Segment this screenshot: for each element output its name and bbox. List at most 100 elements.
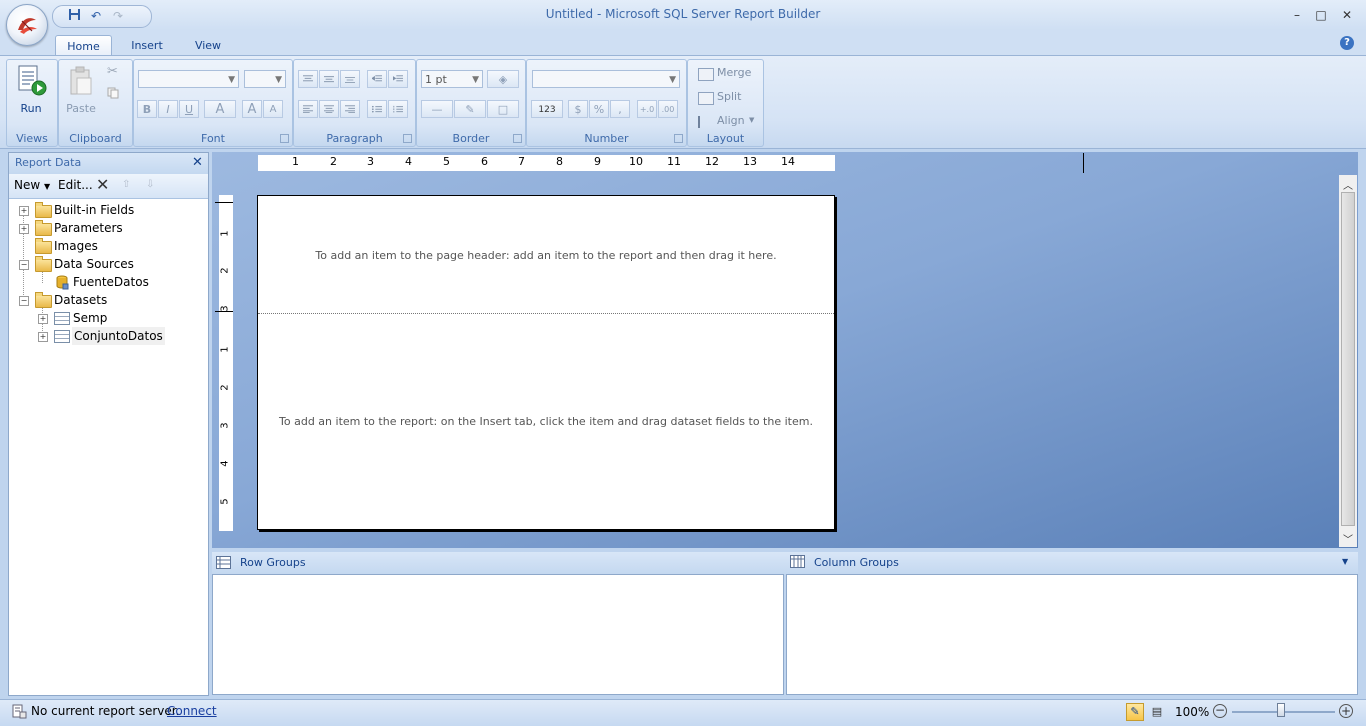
close-pane-icon[interactable]: ✕ <box>192 155 203 170</box>
font-color-button[interactable]: A <box>204 100 236 118</box>
maximize-button[interactable]: □ <box>1312 8 1330 22</box>
scroll-down-icon[interactable]: ﹀ <box>1343 531 1353 546</box>
font-size-dropdown[interactable]: ▼ <box>244 70 286 88</box>
header-body-separator[interactable] <box>258 313 834 314</box>
ruler-number: 5 <box>219 498 231 505</box>
zoom-slider-thumb[interactable] <box>1277 703 1285 717</box>
border-sides-icon[interactable]: □ <box>487 100 519 118</box>
decrease-indent-icon[interactable] <box>367 70 387 88</box>
align-top-icon[interactable] <box>298 70 318 88</box>
undo-icon[interactable]: ↶ <box>87 8 105 24</box>
number-dialog-launcher-icon[interactable] <box>674 134 683 143</box>
clipboard-group: Paste ✂ Clipboard <box>58 59 133 147</box>
tree-item-parameters[interactable]: + Parameters <box>15 219 195 237</box>
ruler-number: 11 <box>667 155 681 168</box>
paragraph-dialog-launcher-icon[interactable] <box>403 134 412 143</box>
chevron-down-icon[interactable]: ▼ <box>1342 557 1348 566</box>
bold-button[interactable]: B <box>137 100 157 118</box>
ruler-marker <box>1083 153 1084 173</box>
help-icon[interactable]: ? <box>1340 36 1354 50</box>
bullet-list-icon[interactable] <box>367 100 387 118</box>
font-family-dropdown[interactable]: ▼ <box>138 70 239 88</box>
connect-link[interactable]: Connect <box>167 704 217 718</box>
align-middle-icon[interactable] <box>319 70 339 88</box>
paste-label: Paste <box>66 102 96 115</box>
close-button[interactable]: ✕ <box>1338 8 1356 22</box>
tree-item-fuente-datos[interactable]: FuenteDatos <box>15 273 195 291</box>
comma-button[interactable]: , <box>610 100 630 118</box>
tree-item-data-sources[interactable]: − Data Sources <box>15 255 195 273</box>
zoom-out-button[interactable]: − <box>1213 704 1227 718</box>
tree-item-datasets[interactable]: − Datasets <box>15 291 195 309</box>
font-dialog-launcher-icon[interactable] <box>280 134 289 143</box>
percent-button[interactable]: % <box>589 100 609 118</box>
border-dialog-launcher-icon[interactable] <box>513 134 522 143</box>
paste-button[interactable]: Paste <box>63 64 99 116</box>
border-width-dropdown[interactable]: 1 pt ▼ <box>421 70 483 88</box>
ruler-number: 12 <box>705 155 719 168</box>
delete-icon[interactable]: ✕ <box>96 175 109 194</box>
clipboard-group-label: Clipboard <box>69 132 122 145</box>
shrink-font-button[interactable]: A <box>263 100 283 118</box>
currency-button[interactable]: $ <box>568 100 588 118</box>
border-style-icon[interactable]: — <box>421 100 453 118</box>
minimize-button[interactable]: – <box>1288 8 1306 22</box>
expand-icon[interactable]: + <box>38 314 48 324</box>
tree-item-conjunto-datos[interactable]: + ConjuntoDatos <box>15 327 195 345</box>
new-button[interactable]: New ▼ <box>14 178 50 192</box>
grow-font-button[interactable]: A <box>242 100 262 118</box>
ruler-number: 2 <box>330 155 337 168</box>
fill-color-icon[interactable]: ◈ <box>487 70 519 88</box>
expand-icon[interactable]: + <box>19 224 29 234</box>
redo-icon[interactable]: ↷ <box>109 8 127 24</box>
expand-icon[interactable]: + <box>19 206 29 216</box>
tab-home[interactable]: Home <box>55 35 112 57</box>
align-button[interactable]: Align <box>717 114 745 127</box>
tree-item-built-in-fields[interactable]: + Built-in Fields <box>15 201 195 219</box>
split-button[interactable]: Split <box>717 90 741 103</box>
collapse-icon[interactable]: − <box>19 260 29 270</box>
collapse-icon[interactable]: − <box>19 296 29 306</box>
edit-button[interactable]: Edit... <box>58 178 93 192</box>
run-button[interactable]: Run <box>13 64 49 116</box>
ruler-number: 6 <box>481 155 488 168</box>
italic-button[interactable]: I <box>158 100 178 118</box>
merge-button[interactable]: Merge <box>717 66 751 79</box>
title-bar: Untitled - Microsoft SQL Server Report B… <box>0 0 1366 30</box>
align-bottom-icon[interactable] <box>340 70 360 88</box>
chevron-down-icon: ▼ <box>44 182 51 191</box>
border-color-icon[interactable]: ✎ <box>454 100 486 118</box>
align-left-icon[interactable] <box>298 100 318 118</box>
numbered-list-icon[interactable] <box>388 100 408 118</box>
ruler-number: 8 <box>556 155 563 168</box>
copy-icon[interactable] <box>107 87 119 99</box>
tree-item-semp[interactable]: + Semp <box>15 309 195 327</box>
tab-view[interactable]: View <box>185 35 231 56</box>
tab-insert[interactable]: Insert <box>122 35 172 56</box>
underline-button[interactable]: U <box>179 100 199 118</box>
decrease-decimal-icon[interactable]: .00 <box>658 100 678 118</box>
scrollbar-thumb[interactable] <box>1341 192 1355 526</box>
design-view-icon[interactable]: ✎ <box>1126 703 1144 721</box>
save-icon[interactable] <box>65 8 83 24</box>
expand-icon[interactable]: + <box>38 332 48 342</box>
increase-indent-icon[interactable] <box>388 70 408 88</box>
increase-decimal-icon[interactable]: +.0 <box>637 100 657 118</box>
align-right-icon[interactable] <box>340 100 360 118</box>
page-header-hint: To add an item to the page header: add a… <box>315 249 777 262</box>
placeholder-styles-button[interactable]: 123 <box>531 100 563 118</box>
number-group: ▼ 123 $ % , +.0 .00 Number <box>526 59 687 147</box>
tree-item-images[interactable]: Images <box>15 237 195 255</box>
column-groups-pane[interactable] <box>786 574 1358 695</box>
number-format-dropdown[interactable]: ▼ <box>532 70 680 88</box>
align-center-icon[interactable] <box>319 100 339 118</box>
application-menu-button[interactable] <box>6 4 48 46</box>
move-up-icon[interactable]: ⇧ <box>122 179 130 190</box>
zoom-in-button[interactable]: + <box>1339 704 1353 718</box>
report-page[interactable]: To add an item to the page header: add a… <box>257 195 835 530</box>
scroll-up-icon[interactable]: ︿ <box>1343 177 1353 192</box>
preview-view-icon[interactable]: ▤ <box>1148 703 1166 721</box>
cut-icon[interactable]: ✂ <box>107 64 118 79</box>
row-groups-pane[interactable] <box>212 574 784 695</box>
move-down-icon[interactable]: ⇩ <box>146 179 154 190</box>
